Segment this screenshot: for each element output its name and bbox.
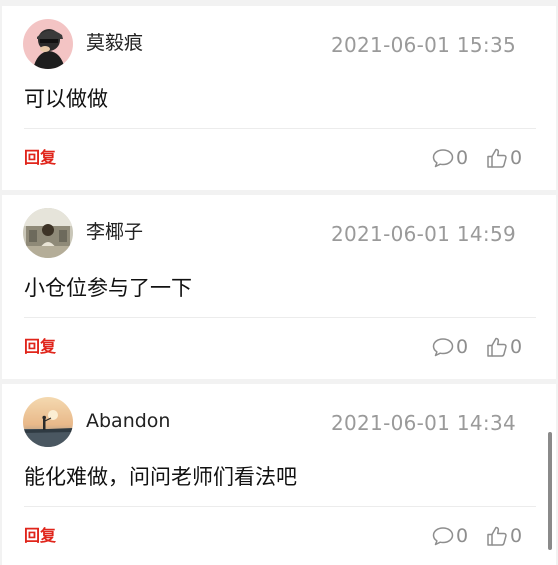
comment-count: 0 [456, 147, 469, 169]
speech-bubble-icon [432, 148, 454, 168]
username[interactable]: 李椰子 [86, 220, 143, 244]
reply-button[interactable]: 回复 [24, 336, 56, 358]
avatar[interactable] [23, 397, 73, 447]
avatar[interactable] [23, 19, 73, 69]
username[interactable]: 莫毅痕 [86, 31, 143, 55]
comment-text: 小仓位参与了一下 [24, 276, 192, 300]
thumbs-up-icon [486, 147, 508, 169]
divider [24, 317, 536, 318]
scrollbar[interactable] [548, 432, 552, 550]
comment-count: 0 [456, 336, 469, 358]
comment-count-button[interactable]: 0 [432, 523, 468, 549]
like-count: 0 [510, 147, 523, 169]
comment-card: Abandon 2021-06-01 14:34 能化难做，问问老师们看法吧 回… [2, 384, 556, 565]
like-button[interactable]: 0 [486, 523, 522, 549]
comment-card: 李椰子 2021-06-01 14:59 小仓位参与了一下 回复 0 0 [2, 195, 556, 379]
like-count: 0 [510, 525, 523, 547]
username[interactable]: Abandon [86, 409, 170, 433]
speech-bubble-icon [432, 337, 454, 357]
comment-count: 0 [456, 525, 469, 547]
like-button[interactable]: 0 [486, 334, 522, 360]
reply-button[interactable]: 回复 [24, 525, 56, 547]
timestamp: 2021-06-01 14:59 [330, 222, 516, 246]
timestamp: 2021-06-01 15:35 [330, 33, 516, 57]
speech-bubble-icon [432, 526, 454, 546]
thumbs-up-icon [486, 525, 508, 547]
avatar[interactable] [23, 208, 73, 258]
reply-button[interactable]: 回复 [24, 147, 56, 169]
comment-count-button[interactable]: 0 [432, 334, 468, 360]
comment-card: 莫毅痕 2021-06-01 15:35 可以做做 回复 0 0 [2, 6, 556, 190]
divider [24, 506, 536, 507]
divider [24, 128, 536, 129]
timestamp: 2021-06-01 14:34 [330, 411, 516, 435]
comment-count-button[interactable]: 0 [432, 145, 468, 171]
thumbs-up-icon [486, 336, 508, 358]
like-button[interactable]: 0 [486, 145, 522, 171]
like-count: 0 [510, 336, 523, 358]
comment-text: 能化难做，问问老师们看法吧 [24, 465, 297, 489]
comment-text: 可以做做 [24, 87, 108, 111]
